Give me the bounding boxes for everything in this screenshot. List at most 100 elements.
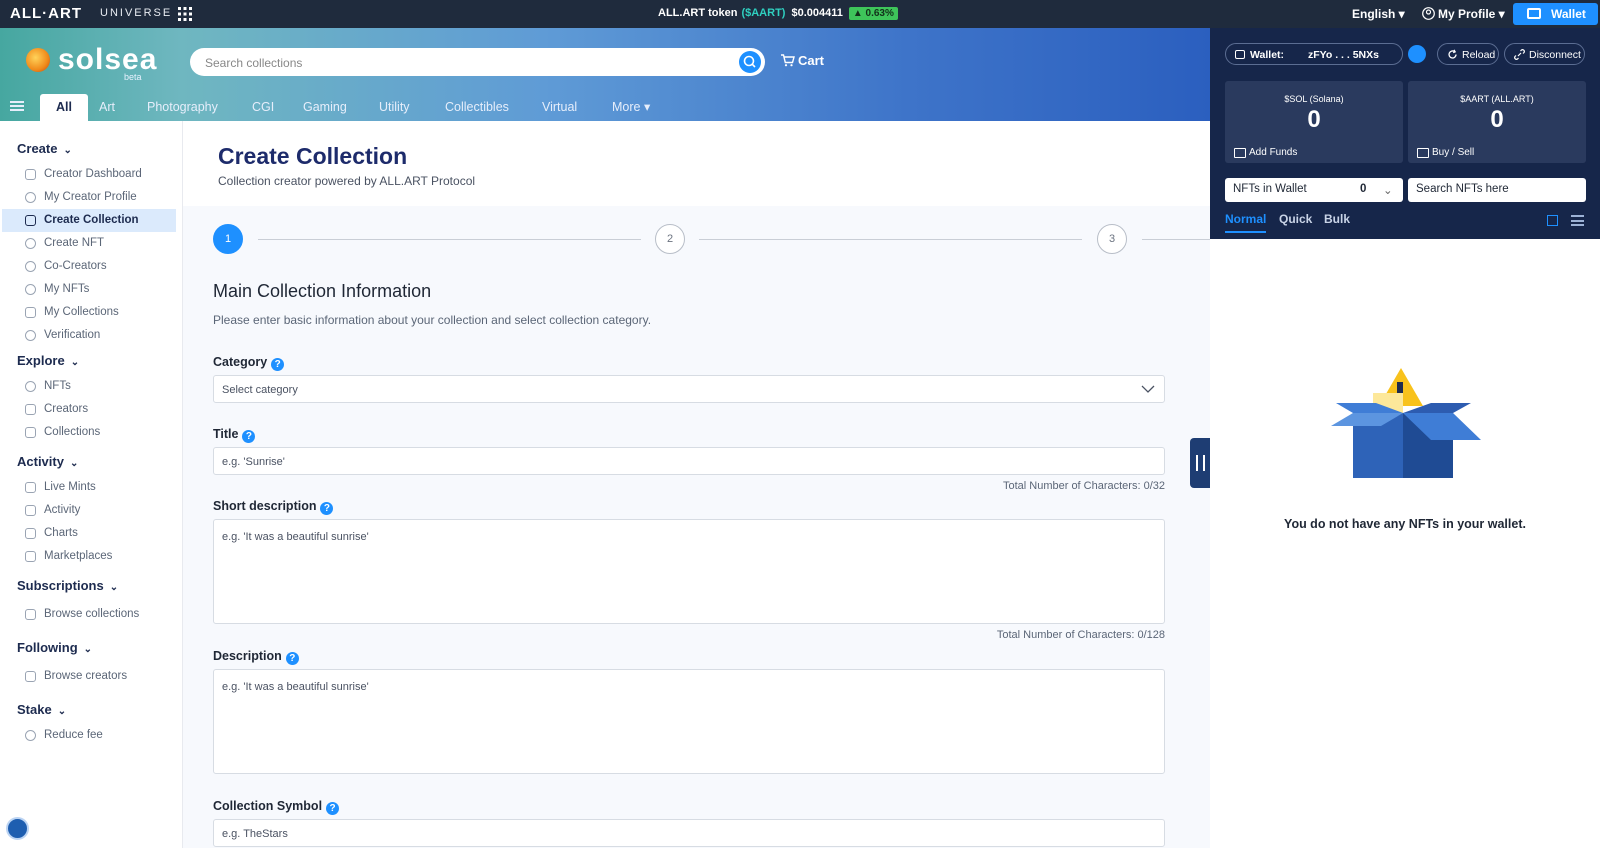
disconnect-button[interactable]: Disconnect bbox=[1504, 43, 1585, 65]
step-3[interactable]: 3 bbox=[1097, 224, 1127, 254]
view-tab-normal[interactable]: Normal bbox=[1225, 212, 1267, 233]
sidebar-item-my-collections[interactable]: My Collections bbox=[2, 301, 176, 324]
search-collections-input[interactable]: Search collections bbox=[190, 48, 765, 76]
sidebar-item-verification[interactable]: Verification bbox=[2, 324, 176, 347]
help-icon[interactable]: ? bbox=[271, 358, 285, 371]
category-select[interactable]: Select category bbox=[213, 375, 1165, 403]
view-tab-quick[interactable]: Quick bbox=[1279, 212, 1312, 226]
aart-balance-card: $AART (ALL.ART) 0 Buy / Sell bbox=[1408, 81, 1586, 163]
language-select[interactable]: English ▾ bbox=[1352, 7, 1405, 21]
collections-icon bbox=[25, 307, 36, 318]
sidebar-item-create-collection[interactable]: Create Collection bbox=[2, 209, 176, 232]
short-description-textarea[interactable]: e.g. 'It was a beautiful sunrise' bbox=[213, 519, 1165, 624]
sidebar: Create ⌄ Creator Dashboard My Creator Pro… bbox=[0, 121, 183, 848]
sidebar-item-activity[interactable]: Activity bbox=[2, 499, 176, 522]
grid-view-icon[interactable] bbox=[1547, 215, 1558, 226]
wallet-button[interactable]: Wallet bbox=[1513, 3, 1598, 25]
tab-collectibles[interactable]: Collectibles bbox=[439, 94, 515, 121]
chevron-down-icon: ⌄ bbox=[63, 145, 72, 156]
sidebar-section-explore[interactable]: Explore ⌄ bbox=[17, 353, 79, 368]
nft-icon bbox=[25, 381, 36, 392]
my-profile-label: My Profile ▾ bbox=[1438, 7, 1505, 21]
notification-bell-icon[interactable] bbox=[6, 817, 29, 840]
sidebar-item-label: Activity bbox=[44, 504, 81, 516]
tab-utility[interactable]: Utility bbox=[373, 94, 416, 121]
sidebar-item-creators[interactable]: Creators bbox=[2, 398, 176, 421]
sidebar-item-create-nft[interactable]: Create NFT bbox=[2, 232, 176, 255]
sidebar-item-label: My Collections bbox=[44, 306, 119, 318]
tab-more[interactable]: More ▾ bbox=[606, 94, 656, 121]
reload-button[interactable]: Reload bbox=[1437, 43, 1499, 65]
tab-virtual[interactable]: Virtual bbox=[536, 94, 583, 121]
search-nfts-input[interactable]: Search NFTs here bbox=[1408, 178, 1586, 202]
tab-all[interactable]: All bbox=[40, 94, 88, 121]
sidebar-item-marketplaces[interactable]: Marketplaces bbox=[2, 545, 176, 568]
sidebar-item-browse-creators[interactable]: Browse creators bbox=[2, 665, 176, 688]
token-ticker[interactable]: ALL.ART token ($AART) $0.004411 ▲ 0.63% bbox=[658, 7, 898, 20]
add-funds-button[interactable]: Add Funds bbox=[1234, 147, 1297, 158]
sidebar-section-activity[interactable]: Activity ⌄ bbox=[17, 454, 78, 469]
sidebar-item-charts[interactable]: Charts bbox=[2, 522, 176, 545]
sidebar-item-label: Create NFT bbox=[44, 237, 105, 249]
list-view-icon[interactable] bbox=[1571, 215, 1584, 226]
collection-symbol-input[interactable]: e.g. TheStars bbox=[213, 819, 1165, 847]
title-label: Title? bbox=[213, 427, 256, 443]
tab-cgi[interactable]: CGI bbox=[246, 94, 280, 121]
solsea-logo-icon[interactable] bbox=[26, 48, 50, 72]
sidebar-section-stake[interactable]: Stake ⌄ bbox=[17, 702, 66, 717]
view-tab-bulk[interactable]: Bulk bbox=[1324, 212, 1350, 226]
sidebar-item-browse-collections[interactable]: Browse collections bbox=[2, 603, 176, 626]
sidebar-item-creator-dashboard[interactable]: Creator Dashboard bbox=[2, 163, 176, 186]
tab-gaming[interactable]: Gaming bbox=[297, 94, 353, 121]
sidebar-item-my-creator-profile[interactable]: My Creator Profile bbox=[2, 186, 176, 209]
wallet-label: Wallet: bbox=[1250, 49, 1285, 61]
chevron-down-icon: ⌄ bbox=[70, 357, 80, 368]
tab-art[interactable]: Art bbox=[93, 94, 121, 121]
buy-sell-button[interactable]: Buy / Sell bbox=[1417, 147, 1474, 158]
empty-wallet-message: You do not have any NFTs in your wallet. bbox=[1284, 517, 1526, 531]
description-textarea[interactable]: e.g. 'It was a beautiful sunrise' bbox=[213, 669, 1165, 774]
nfts-count: 0 bbox=[1360, 183, 1367, 195]
help-icon[interactable]: ? bbox=[326, 802, 340, 815]
short-description-label: Short description? bbox=[213, 499, 334, 515]
help-icon[interactable]: ? bbox=[285, 652, 299, 665]
sidebar-item-live-mints[interactable]: Live Mints bbox=[2, 476, 176, 499]
nfts-in-wallet-select[interactable]: NFTs in Wallet 0 ⌄ bbox=[1225, 178, 1403, 202]
globe-icon bbox=[25, 261, 36, 272]
tab-photography[interactable]: Photography bbox=[141, 94, 224, 121]
help-icon[interactable]: ? bbox=[242, 430, 256, 443]
my-profile-menu[interactable]: My Profile ▾ bbox=[1422, 7, 1505, 21]
sidebar-item-my-nfts[interactable]: My NFTs bbox=[2, 278, 176, 301]
main-content: Create Collection Collection creator pow… bbox=[183, 121, 1210, 848]
universe-label[interactable]: UNIVERSE bbox=[100, 7, 172, 19]
section-subtitle: Please enter basic information about you… bbox=[213, 313, 652, 327]
reload-label: Reload bbox=[1462, 49, 1496, 61]
solsea-brand[interactable]: solsea bbox=[58, 43, 157, 77]
apps-grid-icon[interactable] bbox=[178, 7, 192, 21]
cart-button[interactable]: Cart bbox=[780, 53, 824, 68]
section-label: Explore bbox=[17, 353, 65, 368]
page-subtitle: Collection creator powered by ALL.ART Pr… bbox=[218, 174, 476, 188]
sidebar-section-subscriptions[interactable]: Subscriptions ⌄ bbox=[17, 578, 118, 593]
verified-check-icon bbox=[25, 330, 36, 341]
allart-logo[interactable]: ALL·ART bbox=[10, 5, 82, 22]
sidebar-item-collections[interactable]: Collections bbox=[2, 421, 176, 444]
panel-collapse-handle[interactable] bbox=[1190, 438, 1211, 488]
sidebar-item-label: Charts bbox=[44, 527, 78, 539]
sidebar-item-label: Browse creators bbox=[44, 670, 128, 682]
title-input[interactable]: e.g. 'Sunrise' bbox=[213, 447, 1165, 475]
copy-address-icon[interactable] bbox=[1408, 45, 1426, 63]
category-label-text: Category bbox=[213, 355, 268, 369]
sidebar-item-co-creators[interactable]: Co-Creators bbox=[2, 255, 176, 278]
search-button[interactable] bbox=[739, 51, 761, 73]
help-icon[interactable]: ? bbox=[320, 502, 334, 515]
menu-hamburger-icon[interactable] bbox=[10, 101, 24, 111]
step-2[interactable]: 2 bbox=[655, 224, 685, 254]
step-1[interactable]: 1 bbox=[213, 224, 243, 254]
sidebar-item-nfts[interactable]: NFTs bbox=[2, 375, 176, 398]
sidebar-section-create[interactable]: Create ⌄ bbox=[17, 141, 72, 156]
wallet-address-pill[interactable]: Wallet: zFYo . . . 5NXs bbox=[1225, 43, 1403, 65]
title-label-text: Title bbox=[213, 427, 239, 441]
sidebar-section-following[interactable]: Following ⌄ bbox=[17, 640, 92, 655]
sidebar-item-reduce-fee[interactable]: Reduce fee bbox=[2, 724, 176, 747]
